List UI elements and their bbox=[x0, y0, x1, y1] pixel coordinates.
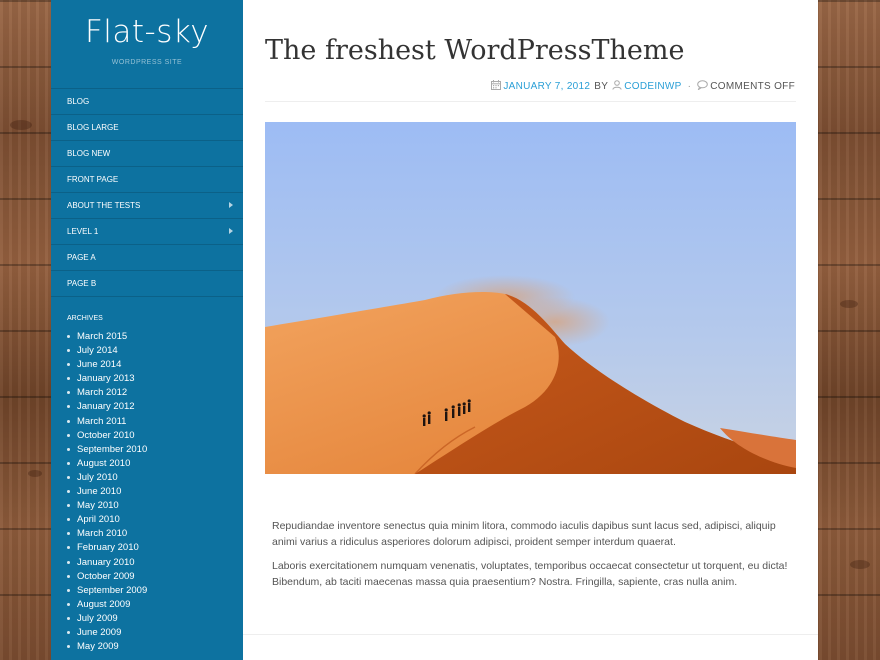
archive-link[interactable]: June 2009 bbox=[67, 626, 243, 640]
menu-item-front-page[interactable]: FRONT PAGE bbox=[51, 167, 243, 193]
post-excerpt: Repudiandae inventore senectus quia mini… bbox=[272, 518, 797, 598]
post-by-label: BY bbox=[594, 81, 609, 92]
desert-dune-image bbox=[265, 122, 796, 474]
menu-item-label: PAGE B bbox=[67, 279, 97, 288]
site-description: WORDPRESS SITE bbox=[111, 59, 183, 66]
archive-link[interactable]: March 2012 bbox=[67, 386, 243, 400]
wood-knot bbox=[10, 120, 32, 130]
archive-link[interactable]: August 2009 bbox=[67, 598, 243, 612]
menu-item-blog-large[interactable]: BLOG LARGE bbox=[51, 115, 243, 141]
sidebar: Flat-sky WORDPRESS SITE BLOG BLOG LARGE … bbox=[51, 0, 243, 660]
archive-link[interactable]: July 2009 bbox=[67, 612, 243, 626]
archives-list: March 2015 July 2014 June 2014 January 2013… bbox=[51, 330, 243, 654]
post-paragraph: Laboris exercitationem numquam venenatis… bbox=[272, 560, 788, 588]
main-content: The freshest WordPressTheme JANUARY 7, 2… bbox=[243, 0, 818, 660]
archive-link[interactable]: June 2014 bbox=[67, 358, 243, 372]
archive-link[interactable]: October 2009 bbox=[67, 570, 243, 584]
archive-link[interactable]: March 2010 bbox=[67, 527, 243, 541]
chevron-right-icon bbox=[229, 202, 233, 208]
post-date-link[interactable]: JANUARY 7, 2012 bbox=[503, 81, 590, 92]
archive-link[interactable]: April 2010 bbox=[67, 513, 243, 527]
menu-item-blog-new[interactable]: BLOG NEW bbox=[51, 141, 243, 167]
archive-link[interactable]: July 2010 bbox=[67, 471, 243, 485]
archive-link[interactable]: January 2012 bbox=[67, 400, 243, 414]
featured-image[interactable] bbox=[265, 122, 796, 474]
chevron-right-icon bbox=[229, 228, 233, 234]
archive-link[interactable]: March 2011 bbox=[67, 415, 243, 429]
menu-item-blog[interactable]: BLOG bbox=[51, 89, 243, 115]
wood-knot bbox=[840, 300, 858, 308]
post-divider bbox=[243, 634, 818, 635]
calendar-icon bbox=[491, 80, 502, 93]
site-title[interactable]: Flat-sky bbox=[51, 14, 243, 50]
meta-divider bbox=[265, 101, 796, 102]
archive-link[interactable]: July 2014 bbox=[67, 344, 243, 358]
post-author-link[interactable]: CODEINWP bbox=[624, 81, 681, 92]
archives-widget-title: ARCHIVES bbox=[67, 315, 103, 322]
archive-link[interactable]: May 2009 bbox=[67, 640, 243, 654]
menu-item-level-1[interactable]: LEVEL 1 bbox=[51, 219, 243, 245]
comment-icon bbox=[697, 80, 709, 93]
archive-link[interactable]: January 2010 bbox=[67, 556, 243, 570]
wood-knot bbox=[850, 560, 870, 569]
menu-item-label: FRONT PAGE bbox=[67, 175, 119, 184]
main-menu: BLOG BLOG LARGE BLOG NEW FRONT PAGE ABOU… bbox=[51, 88, 243, 297]
archive-link[interactable]: March 2015 bbox=[67, 330, 243, 344]
menu-item-label: BLOG LARGE bbox=[67, 123, 119, 132]
menu-item-label: PAGE A bbox=[67, 253, 96, 262]
post-comments-status: COMMENTS OFF bbox=[710, 81, 795, 92]
menu-item-page-b[interactable]: PAGE B bbox=[51, 271, 243, 297]
menu-item-label: LEVEL 1 bbox=[67, 227, 99, 236]
wood-knot bbox=[28, 470, 42, 477]
post-meta: JANUARY 7, 2012 BY CODEINWP · COMMENTS O… bbox=[491, 80, 795, 93]
archive-link[interactable]: September 2009 bbox=[67, 584, 243, 598]
archive-link[interactable]: February 2010 bbox=[67, 541, 243, 555]
archive-link[interactable]: May 2010 bbox=[67, 499, 243, 513]
menu-item-label: ABOUT THE TESTS bbox=[67, 201, 141, 210]
post-title[interactable]: The freshest WordPressTheme bbox=[265, 35, 684, 66]
archive-link[interactable]: June 2010 bbox=[67, 485, 243, 499]
menu-item-label: BLOG NEW bbox=[67, 149, 111, 158]
menu-item-page-a[interactable]: PAGE A bbox=[51, 245, 243, 271]
menu-item-label: BLOG bbox=[67, 97, 90, 106]
archive-link[interactable]: January 2013 bbox=[67, 372, 243, 386]
post-paragraph: Repudiandae inventore senectus quia mini… bbox=[272, 520, 776, 548]
user-icon bbox=[612, 80, 622, 93]
menu-item-about-the-tests[interactable]: ABOUT THE TESTS bbox=[51, 193, 243, 219]
archive-link[interactable]: September 2010 bbox=[67, 443, 243, 457]
archive-link[interactable]: October 2010 bbox=[67, 429, 243, 443]
meta-separator: · bbox=[687, 81, 692, 92]
archive-link[interactable]: August 2010 bbox=[67, 457, 243, 471]
